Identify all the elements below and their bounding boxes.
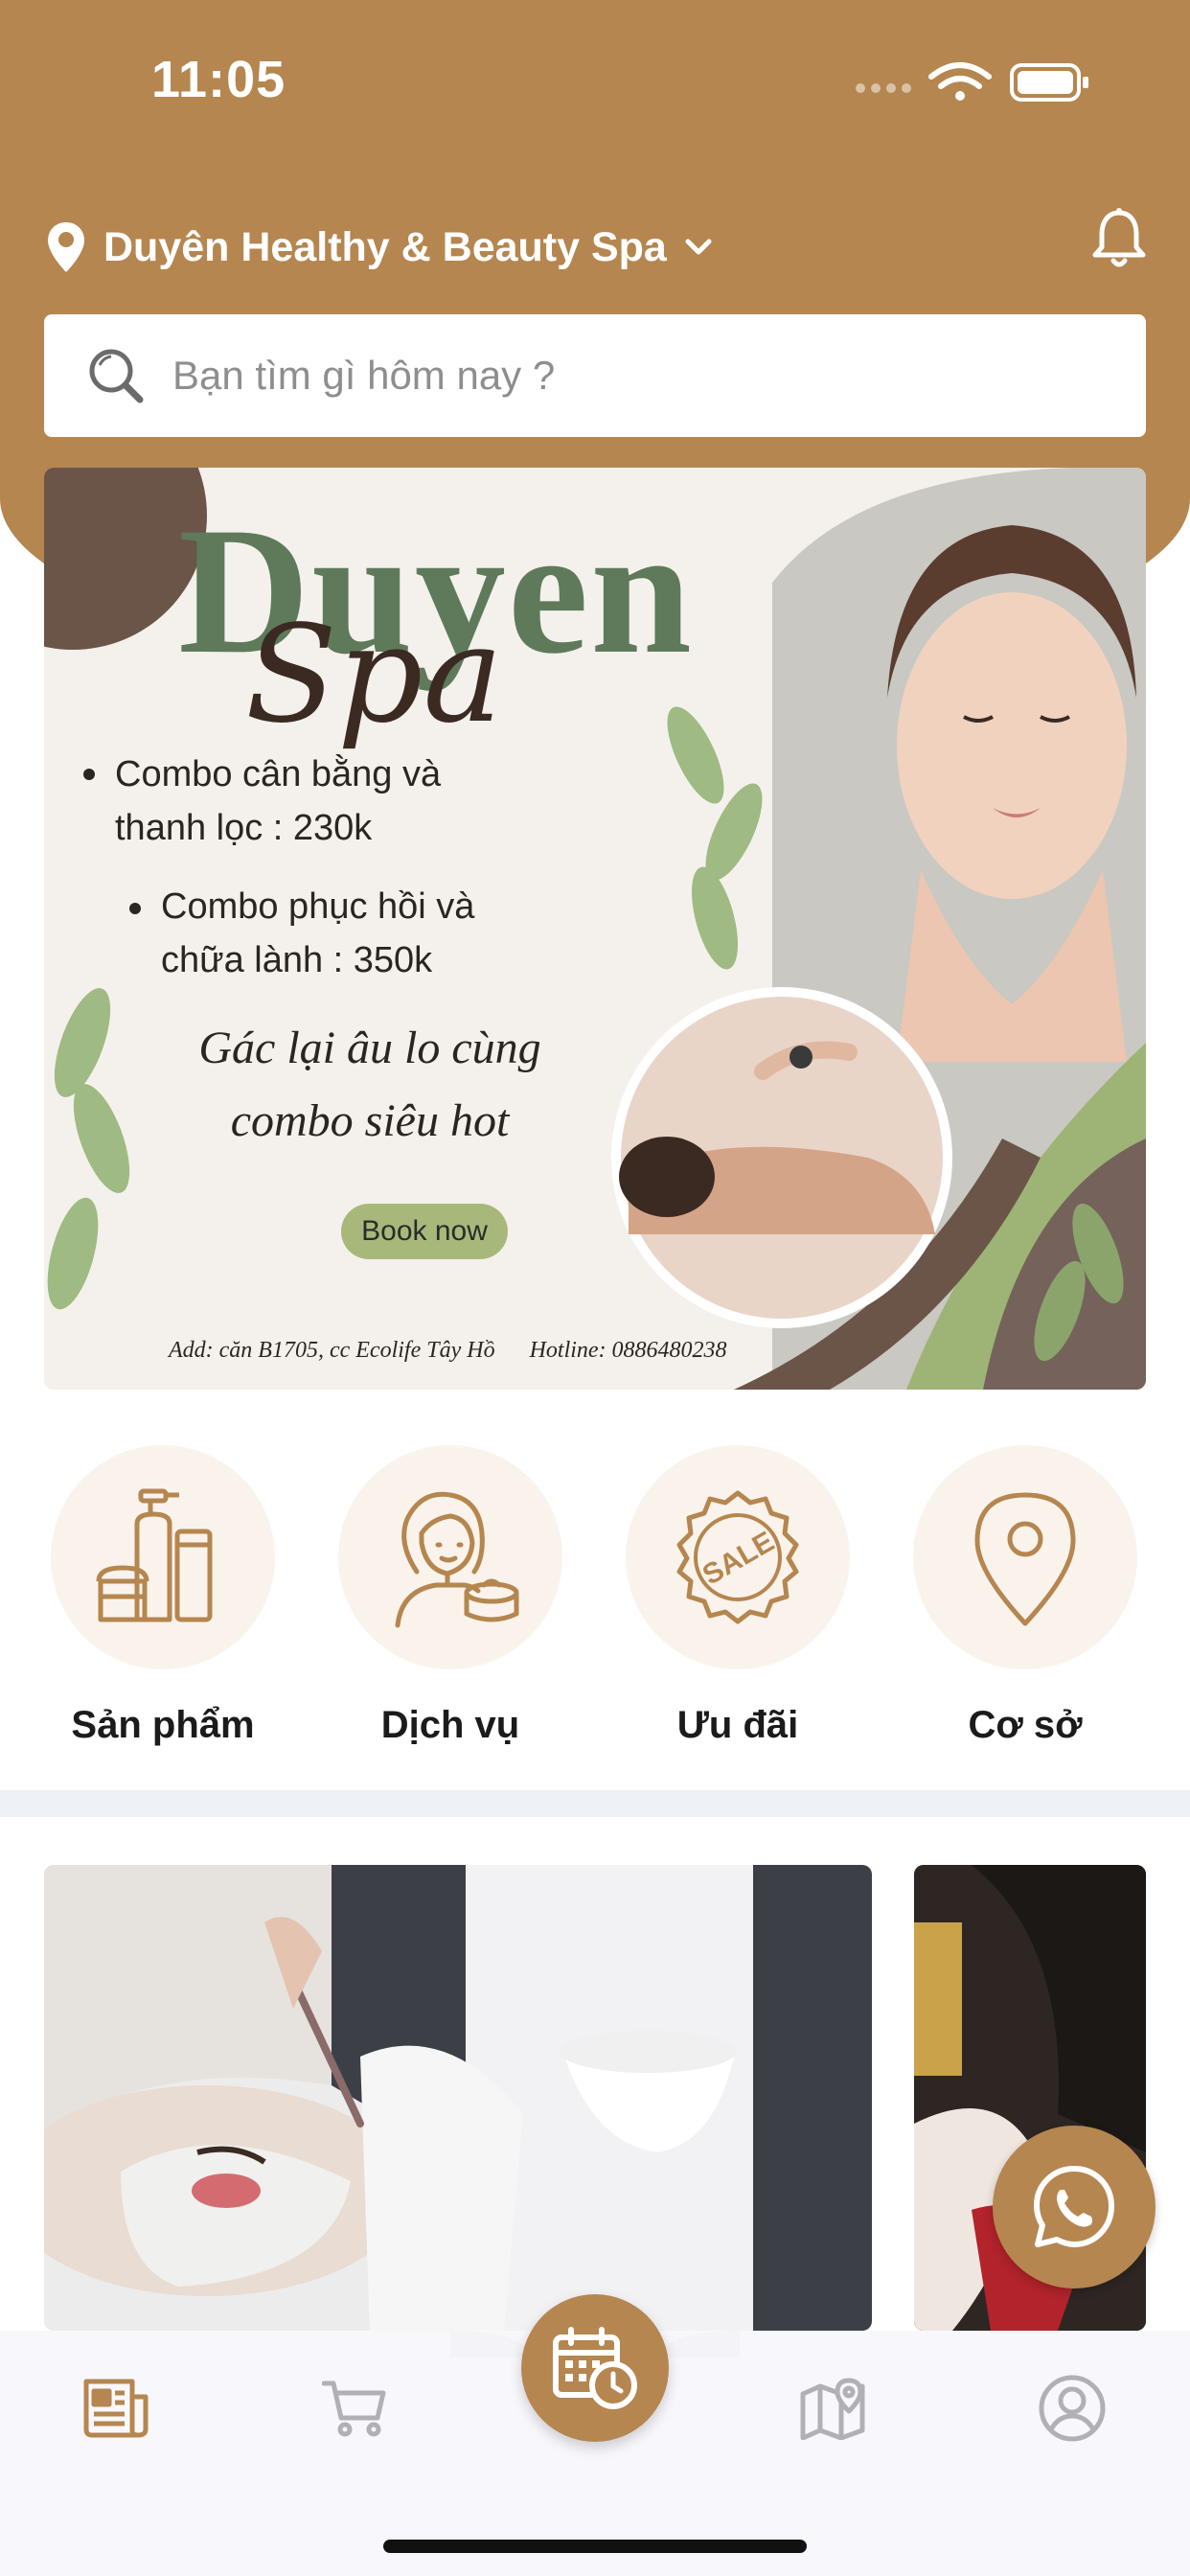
location-name: Duyên Healthy & Beauty Spa (103, 223, 667, 270)
search-input[interactable] (171, 352, 1037, 400)
service-card[interactable] (44, 1865, 872, 2331)
battery-icon (1010, 63, 1088, 102)
cosmetics-products-icon (96, 1488, 213, 1622)
whatsapp-icon (1034, 2166, 1114, 2247)
search-icon (89, 349, 144, 403)
nav-account[interactable] (1029, 2365, 1115, 2451)
banner-bullet: Combo phục hồi và chữa lành : 350k (161, 886, 475, 980)
nav-map[interactable] (790, 2365, 876, 2451)
category-label: Dịch vụ (380, 1704, 520, 1746)
banner-footer: Add: căn B1705, cc Ecolife Tây Hồ Hotlin… (169, 1338, 727, 1364)
category-icon-circle (913, 1445, 1137, 1669)
category-services[interactable]: Dịch vụ (337, 1445, 563, 1747)
banner-address: Add: căn B1705, cc Ecolife Tây Hồ (169, 1338, 495, 1363)
banner-subtitle: Spa (245, 597, 503, 753)
category-branches[interactable]: Cơ sở (912, 1445, 1138, 1747)
location-selector[interactable]: Duyên Healthy & Beauty Spa (46, 209, 713, 286)
status-icons (856, 62, 1088, 102)
user-circle-icon (1039, 2375, 1106, 2442)
newspaper-icon (83, 2379, 149, 2438)
section-divider (0, 1790, 1190, 1817)
search-bar[interactable] (44, 314, 1146, 437)
home-indicator (383, 2540, 807, 2553)
nav-news[interactable] (73, 2365, 159, 2451)
bell-icon[interactable] (1090, 207, 1148, 270)
cart-icon (322, 2380, 386, 2437)
sale-badge-icon: SALE (676, 1490, 799, 1624)
book-now-button[interactable]: Book now (341, 1204, 508, 1259)
category-label: Sản phẩm (71, 1704, 255, 1746)
signal-icon (856, 83, 911, 93)
location-pin-icon (48, 222, 84, 272)
category-products[interactable]: Sản phẩm (50, 1445, 276, 1747)
facial-treatment-image (44, 1865, 872, 2331)
banner-bullet: Combo cân bằng và thanh lọc : 230k (115, 754, 442, 848)
promo-banner[interactable]: Duyen Spa Combo cân bằng và thanh lọc : … (44, 468, 1146, 1390)
location-pin-icon (974, 1492, 1076, 1626)
category-label: Ưu đãi (676, 1704, 799, 1746)
category-icon-circle: SALE (626, 1445, 850, 1669)
whatsapp-button[interactable] (993, 2126, 1156, 2288)
nav-cart[interactable] (312, 2365, 399, 2451)
category-promotions[interactable]: SALE Ưu đãi (625, 1445, 851, 1747)
calendar-clock-icon (553, 2327, 637, 2409)
chevron-down-icon (685, 239, 712, 255)
category-icon-circle (338, 1445, 562, 1669)
category-label: Cơ sở (968, 1704, 1083, 1746)
slogan-line: combo siêu hot (230, 1095, 510, 1146)
map-pin-icon (800, 2378, 865, 2440)
banner-slogan: Gác lại âu lo cùng combo siêu hot (159, 1012, 581, 1158)
status-time: 11:05 (151, 51, 286, 108)
wifi-icon (928, 62, 992, 89)
nav-booking[interactable] (521, 2294, 669, 2442)
slogan-line: Gác lại âu lo cùng (198, 1023, 541, 1073)
woman-service-icon (395, 1491, 519, 1628)
svg-text:SALE: SALE (698, 1526, 780, 1592)
category-icon-circle (51, 1445, 275, 1669)
banner-hotline: Hotline: 0886480238 (529, 1338, 727, 1363)
